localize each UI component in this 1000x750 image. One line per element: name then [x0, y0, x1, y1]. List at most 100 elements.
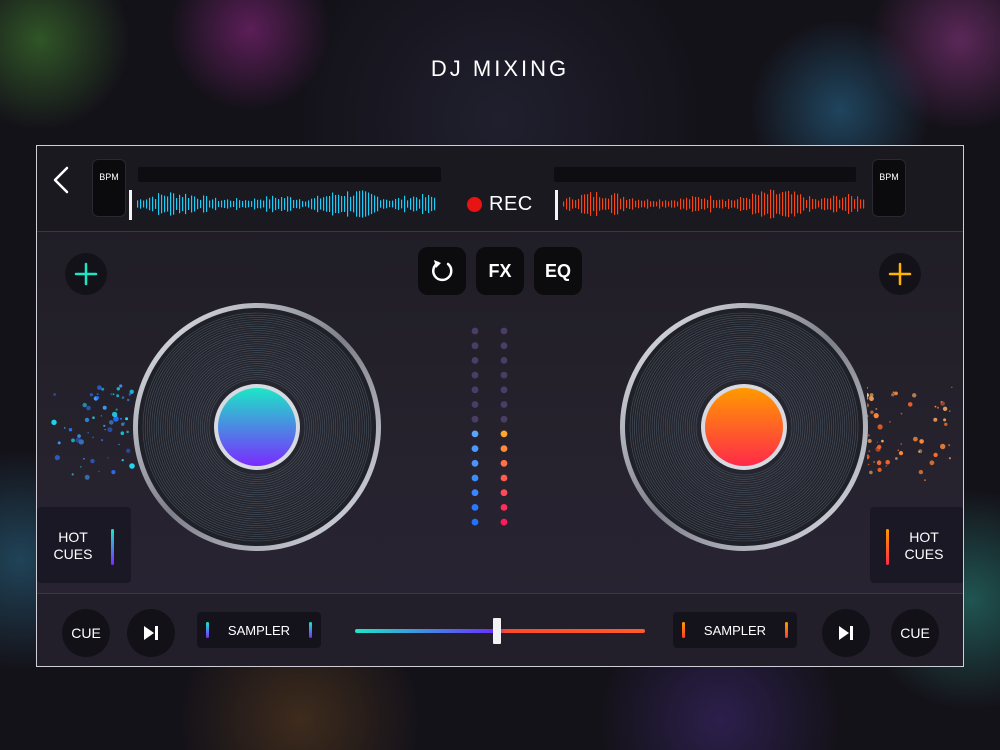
play-pause-icon — [144, 626, 158, 640]
add-track-right-button[interactable] — [879, 253, 921, 295]
turntable-right[interactable] — [618, 301, 870, 553]
waveform-bar — [638, 199, 640, 209]
crossfader-handle[interactable] — [493, 618, 502, 644]
meter-dot-left — [471, 342, 479, 350]
record-button[interactable]: REC — [467, 192, 533, 216]
splatter-dot — [110, 393, 113, 396]
waveform-bar — [152, 196, 154, 212]
plus-icon — [74, 262, 98, 286]
waveform-bar — [179, 194, 181, 214]
waveform-playhead[interactable] — [129, 190, 132, 220]
waveform-bar — [689, 199, 691, 209]
splatter-dot — [84, 474, 90, 480]
record-label: REC — [489, 192, 533, 215]
splatter-dot — [86, 405, 91, 411]
waveform-bar — [614, 193, 616, 215]
waveform-bar — [821, 198, 823, 210]
turntable-left[interactable] — [131, 301, 383, 553]
waveform-bar — [410, 198, 412, 210]
splatter-dot — [77, 434, 81, 438]
vinyl-record-left — [133, 303, 381, 551]
waveform-bar — [266, 196, 268, 212]
cue-left-button[interactable]: CUE — [62, 609, 110, 657]
splatter-dot — [112, 393, 115, 396]
waveform-bar — [785, 191, 787, 217]
sampler-left-button[interactable]: SAMPLER — [197, 612, 321, 648]
waveform-bar — [380, 200, 382, 208]
waveform-bar — [155, 199, 157, 209]
waveform-bar — [359, 190, 361, 218]
waveform-bar — [371, 194, 373, 214]
waveform-bar — [845, 197, 847, 211]
waveform-bar — [656, 201, 658, 207]
track-title-bar-right — [554, 167, 856, 182]
fx-button[interactable]: FX — [476, 247, 524, 295]
splatter-dot — [126, 430, 129, 434]
splatter-dot — [97, 385, 102, 390]
meter-dot-right — [500, 415, 508, 423]
waveform-bar — [788, 190, 790, 218]
waveform-right[interactable] — [555, 186, 873, 222]
splatter-dot — [940, 401, 945, 406]
play-right-button[interactable] — [822, 609, 870, 657]
waveform-bar — [332, 192, 334, 216]
waveform-playhead[interactable] — [555, 190, 558, 220]
bpm-display-right[interactable]: BPM — [872, 159, 906, 217]
waveform-bar — [140, 199, 142, 209]
eq-button[interactable]: EQ — [534, 247, 582, 295]
waveform-bar — [281, 197, 283, 211]
waveform-bar — [659, 199, 661, 209]
meter-dot-left — [471, 415, 479, 423]
waveform-bar — [830, 198, 832, 210]
sampler-left-label: SAMPLER — [227, 622, 291, 638]
waveform-bar — [836, 196, 838, 212]
waveform-bar — [590, 192, 592, 216]
waveform-bar — [605, 198, 607, 210]
waveform-bar — [677, 201, 679, 207]
top-bar: BPM REC BPM — [37, 146, 963, 232]
splatter-dot — [111, 470, 116, 475]
add-track-left-button[interactable] — [65, 253, 107, 295]
meter-dot-right — [500, 357, 508, 364]
play-left-button[interactable] — [127, 609, 175, 657]
splatter-dot — [123, 422, 126, 424]
waveform-bar — [149, 197, 151, 211]
hot-cues-right-button[interactable]: HOT CUES — [870, 507, 963, 583]
waveform-bar — [296, 199, 298, 209]
waveform-bar — [767, 194, 769, 214]
sampler-right-button[interactable]: SAMPLER — [673, 612, 797, 648]
splatter-dot — [948, 444, 951, 447]
waveform-bar — [137, 200, 139, 208]
meter-dot-left — [471, 327, 479, 335]
splatter-dot — [89, 393, 93, 397]
splatter-dot — [53, 393, 56, 396]
waveform-bar — [782, 191, 784, 217]
splatter-dot — [126, 448, 131, 453]
waveform-bar — [593, 196, 595, 212]
splatter-dot — [82, 402, 87, 408]
waveform-bar — [224, 199, 226, 209]
splatter-dot — [881, 439, 884, 443]
splatter-dot — [83, 458, 85, 460]
reload-button[interactable] — [418, 247, 466, 295]
waveform-bar — [197, 198, 199, 210]
back-button[interactable] — [49, 164, 73, 196]
bpm-display-left[interactable]: BPM — [92, 159, 126, 217]
cue-right-button[interactable]: CUE — [891, 609, 939, 657]
waveform-bar — [620, 198, 622, 210]
splatter-dot — [104, 429, 106, 431]
waveform-bar — [401, 199, 403, 209]
waveform-bar — [734, 200, 736, 208]
plus-icon — [888, 262, 912, 286]
hot-cues-right-label: HOT CUES — [904, 529, 944, 562]
waveform-bar — [851, 196, 853, 212]
splatter-dot — [100, 415, 102, 417]
waveform-bar — [575, 200, 577, 208]
waveform-bar — [173, 193, 175, 215]
waveform-bar — [833, 195, 835, 213]
waveform-bar — [824, 197, 826, 211]
meter-dot-left — [471, 357, 479, 364]
waveform-bar — [779, 193, 781, 215]
hot-cues-left-button[interactable]: HOT CUES — [37, 507, 131, 583]
waveform-left[interactable] — [129, 186, 444, 222]
